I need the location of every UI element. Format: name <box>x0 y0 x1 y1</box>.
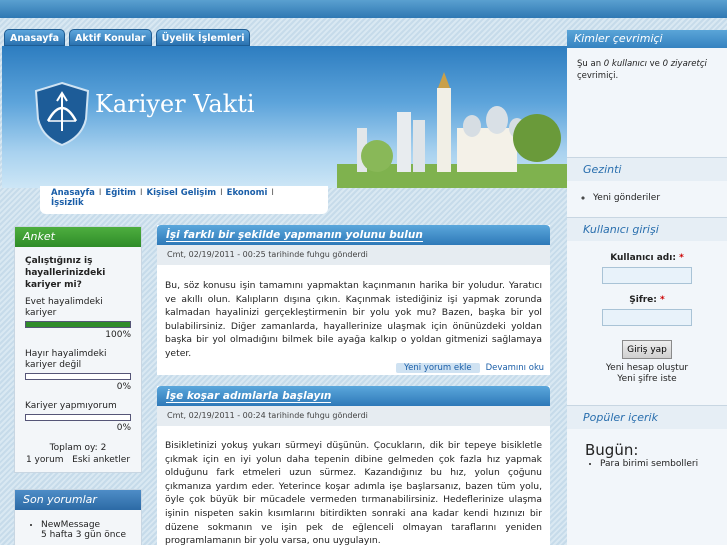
poll-links: 1 yorum Eski anketler <box>15 454 141 466</box>
poll-option-label: Hayır hayalimdeki kariyer değil <box>25 349 107 370</box>
popular-block-title: Popüler içerik <box>567 405 727 429</box>
secondary-nav-ekonomi[interactable]: Ekonomi <box>227 188 268 198</box>
article-title-link[interactable]: İşe koşar adımlarla başlayın <box>166 390 332 403</box>
list-item: NewMessage5 hafta 3 gün önce <box>41 520 141 540</box>
popular-today-heading: Bugün: <box>585 441 639 459</box>
poll-question: Çalıştığınız iş hayallerinizdeki kariyer… <box>25 256 106 290</box>
poll-total: Toplam oy: 2 <box>49 443 107 453</box>
recent-comments-list: NewMessage5 hafta 3 gün önce <box>41 520 141 540</box>
shield-logo-icon[interactable] <box>32 81 92 147</box>
online-block-title: Kimler çevrimiçi <box>567 30 727 48</box>
poll-result-bar <box>25 373 131 380</box>
top-bar <box>0 0 727 18</box>
poll-block: Anket Çalıştığınız iş hayallerinizdeki k… <box>14 226 142 473</box>
article-meta: Cmt, 02/19/2011 - 00:24 tarihinde fuhgu … <box>157 406 550 426</box>
username-label: Kullanıcı adı: * <box>610 253 684 263</box>
nav-list: Yeni gönderiler <box>593 192 727 204</box>
reset-password-link[interactable]: Yeni şifre iste <box>567 374 727 385</box>
recent-comments-block: Son yorumlar NewMessage5 hafta 3 gün önc… <box>14 489 142 545</box>
article-title: İşe koşar adımlarla başlayın <box>157 386 550 406</box>
secondary-nav-anasayfa[interactable]: Anasayfa <box>51 188 95 198</box>
poll-result-fill <box>26 322 130 327</box>
poll-percent: 100% <box>105 330 131 340</box>
article-1: İşi farklı bir şekilde yapmanın yolunu b… <box>157 225 550 375</box>
article-meta: Cmt, 02/19/2011 - 00:25 tarihinde fuhgu … <box>157 245 550 265</box>
online-status: Şu an 0 kullanıcı ve 0 ziyaretçi çevrimi… <box>577 59 707 81</box>
poll-option-label: Evet hayalimdeki kariyer <box>25 297 103 318</box>
comment-age: 5 hafta 3 gün önce <box>41 530 126 540</box>
comment-link[interactable]: NewMessage <box>41 520 100 530</box>
city-skyline-icon <box>337 72 567 188</box>
site-name[interactable]: Kariyer Vakti <box>95 90 255 118</box>
article-2: İşe koşar adımlarla başlayın Cmt, 02/19/… <box>157 386 550 545</box>
password-label: Şifre: * <box>629 295 665 305</box>
tab-uyelik[interactable]: Üyelik İşlemleri <box>155 29 251 46</box>
poll-title: Anket <box>15 227 141 247</box>
read-more-link[interactable]: Devamını oku <box>486 363 544 373</box>
popular-item[interactable]: Para birimi sembolleri <box>600 459 727 469</box>
old-polls-link[interactable]: Eski anketler <box>72 455 130 465</box>
register-link[interactable]: Yeni hesap oluştur <box>567 363 727 374</box>
secondary-nav-egitim[interactable]: Eğitim <box>105 188 136 198</box>
nav-block-title: Gezinti <box>567 157 727 181</box>
login-block-title: Kullanıcı girişi <box>567 217 727 241</box>
poll-option-label: Kariyer yapmıyorum <box>25 401 117 411</box>
secondary-nav-kisisel-gelisim[interactable]: Kişisel Gelişim <box>147 188 217 198</box>
tab-anasayfa[interactable]: Anasayfa <box>4 29 66 46</box>
popular-list: Para birimi sembolleri <box>600 459 727 469</box>
poll-result-bar <box>25 414 131 421</box>
article-title-link[interactable]: İşi farklı bir şekilde yapmanın yolunu b… <box>166 229 423 242</box>
tab-aktif-konular[interactable]: Aktif Konular <box>69 29 152 46</box>
right-sidebar: Kimler çevrimiçi Şu an 0 kullanıcı ve 0 … <box>567 30 727 545</box>
article-title: İşi farklı bir şekilde yapmanın yolunu b… <box>157 225 550 245</box>
username-field[interactable] <box>602 267 692 284</box>
secondary-nav: Anasayfa I Eğitim I Kişisel Gelişim I Ekonomi I… <box>40 186 328 214</box>
article-body: Bu, söz konusu işin tamamını yapmaktan k… <box>165 280 542 359</box>
article-links: Yeni yorum ekle Devamını oku <box>396 363 544 373</box>
poll-comments-link[interactable]: 1 yorum <box>26 455 64 465</box>
add-comment-link[interactable]: Yeni yorum ekle <box>396 363 480 373</box>
poll-percent: 0% <box>116 382 131 392</box>
poll-result-bar <box>25 321 131 328</box>
secondary-nav-issizlik[interactable]: İşsizlik <box>51 198 84 208</box>
site-header: Kariyer Vakti <box>2 46 567 188</box>
article-body: Bisikletinizi yokuş yukarı sürmeyi düşün… <box>165 440 542 545</box>
login-button[interactable]: Giriş yap <box>622 340 672 359</box>
nav-item-new-posts[interactable]: Yeni gönderiler <box>593 192 727 204</box>
poll-percent: 0% <box>116 423 131 433</box>
primary-tabs: Anasayfa Aktif Konular Üyelik İşlemleri <box>4 29 251 46</box>
password-field[interactable] <box>602 309 692 326</box>
recent-comments-title: Son yorumlar <box>15 490 141 510</box>
